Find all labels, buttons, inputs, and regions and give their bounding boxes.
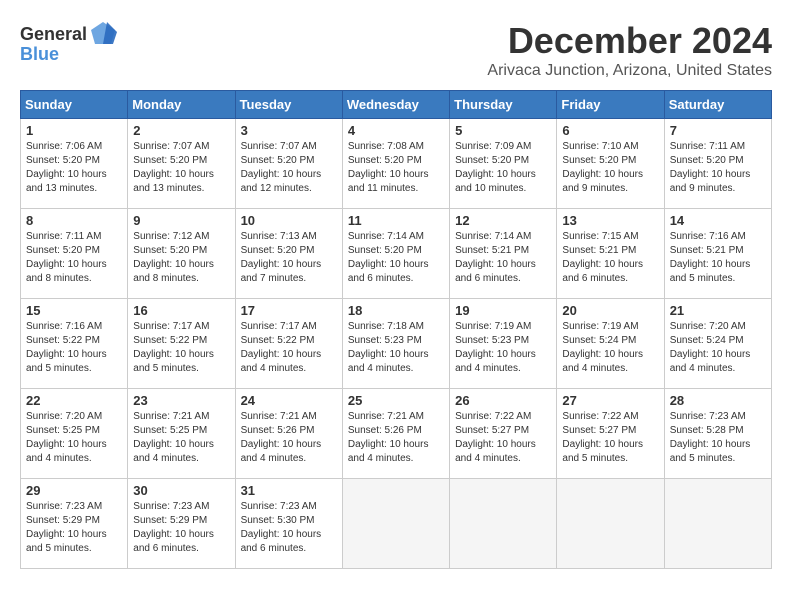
calendar-day-21: 21Sunrise: 7:20 AM Sunset: 5:24 PM Dayli… [664,299,771,389]
calendar-day-1: 1Sunrise: 7:06 AM Sunset: 5:20 PM Daylig… [21,119,128,209]
main-title: December 2024 [487,20,772,62]
subtitle: Arivaca Junction, Arizona, United States [487,62,772,80]
calendar-header-friday: Friday [557,91,664,119]
week-row-5: 29Sunrise: 7:23 AM Sunset: 5:29 PM Dayli… [21,479,772,569]
calendar-day-25: 25Sunrise: 7:21 AM Sunset: 5:26 PM Dayli… [342,389,449,479]
calendar-day-16: 16Sunrise: 7:17 AM Sunset: 5:22 PM Dayli… [128,299,235,389]
calendar-day-20: 20Sunrise: 7:19 AM Sunset: 5:24 PM Dayli… [557,299,664,389]
week-row-4: 22Sunrise: 7:20 AM Sunset: 5:25 PM Dayli… [21,389,772,479]
calendar-day-17: 17Sunrise: 7:17 AM Sunset: 5:22 PM Dayli… [235,299,342,389]
calendar-day-12: 12Sunrise: 7:14 AM Sunset: 5:21 PM Dayli… [450,209,557,299]
week-row-3: 15Sunrise: 7:16 AM Sunset: 5:22 PM Dayli… [21,299,772,389]
calendar-day-24: 24Sunrise: 7:21 AM Sunset: 5:26 PM Dayli… [235,389,342,479]
calendar-day-14: 14Sunrise: 7:16 AM Sunset: 5:21 PM Dayli… [664,209,771,299]
calendar-header-tuesday: Tuesday [235,91,342,119]
calendar-day-13: 13Sunrise: 7:15 AM Sunset: 5:21 PM Dayli… [557,209,664,299]
calendar-day-18: 18Sunrise: 7:18 AM Sunset: 5:23 PM Dayli… [342,299,449,389]
calendar-header-sunday: Sunday [21,91,128,119]
logo-general: General [20,24,87,45]
calendar-day-15: 15Sunrise: 7:16 AM Sunset: 5:22 PM Dayli… [21,299,128,389]
calendar-day-2: 2Sunrise: 7:07 AM Sunset: 5:20 PM Daylig… [128,119,235,209]
calendar-day-empty [557,479,664,569]
calendar-day-29: 29Sunrise: 7:23 AM Sunset: 5:29 PM Dayli… [21,479,128,569]
calendar-day-empty [450,479,557,569]
calendar-header-thursday: Thursday [450,91,557,119]
calendar-day-30: 30Sunrise: 7:23 AM Sunset: 5:29 PM Dayli… [128,479,235,569]
calendar-day-23: 23Sunrise: 7:21 AM Sunset: 5:25 PM Dayli… [128,389,235,479]
calendar-header-wednesday: Wednesday [342,91,449,119]
calendar-day-22: 22Sunrise: 7:20 AM Sunset: 5:25 PM Dayli… [21,389,128,479]
calendar-table: SundayMondayTuesdayWednesdayThursdayFrid… [20,90,772,569]
calendar-day-26: 26Sunrise: 7:22 AM Sunset: 5:27 PM Dayli… [450,389,557,479]
calendar-day-9: 9Sunrise: 7:12 AM Sunset: 5:20 PM Daylig… [128,209,235,299]
calendar-day-4: 4Sunrise: 7:08 AM Sunset: 5:20 PM Daylig… [342,119,449,209]
calendar-day-empty [342,479,449,569]
logo-blue: Blue [20,44,59,65]
calendar-day-19: 19Sunrise: 7:19 AM Sunset: 5:23 PM Dayli… [450,299,557,389]
week-row-1: 1Sunrise: 7:06 AM Sunset: 5:20 PM Daylig… [21,119,772,209]
calendar-day-27: 27Sunrise: 7:22 AM Sunset: 5:27 PM Dayli… [557,389,664,479]
logo: General Blue [20,20,117,65]
calendar-header-row: SundayMondayTuesdayWednesdayThursdayFrid… [21,91,772,119]
week-row-2: 8Sunrise: 7:11 AM Sunset: 5:20 PM Daylig… [21,209,772,299]
calendar-day-7: 7Sunrise: 7:11 AM Sunset: 5:20 PM Daylig… [664,119,771,209]
title-area: December 2024 Arivaca Junction, Arizona,… [487,20,772,80]
calendar-day-31: 31Sunrise: 7:23 AM Sunset: 5:30 PM Dayli… [235,479,342,569]
logo-icon [89,20,117,48]
calendar-day-5: 5Sunrise: 7:09 AM Sunset: 5:20 PM Daylig… [450,119,557,209]
page-header: General Blue December 2024 Arivaca Junct… [20,20,772,80]
calendar-day-10: 10Sunrise: 7:13 AM Sunset: 5:20 PM Dayli… [235,209,342,299]
calendar-day-28: 28Sunrise: 7:23 AM Sunset: 5:28 PM Dayli… [664,389,771,479]
calendar-header-saturday: Saturday [664,91,771,119]
calendar-day-6: 6Sunrise: 7:10 AM Sunset: 5:20 PM Daylig… [557,119,664,209]
calendar-day-empty [664,479,771,569]
calendar-day-8: 8Sunrise: 7:11 AM Sunset: 5:20 PM Daylig… [21,209,128,299]
calendar-day-3: 3Sunrise: 7:07 AM Sunset: 5:20 PM Daylig… [235,119,342,209]
calendar-header-monday: Monday [128,91,235,119]
calendar-day-11: 11Sunrise: 7:14 AM Sunset: 5:20 PM Dayli… [342,209,449,299]
